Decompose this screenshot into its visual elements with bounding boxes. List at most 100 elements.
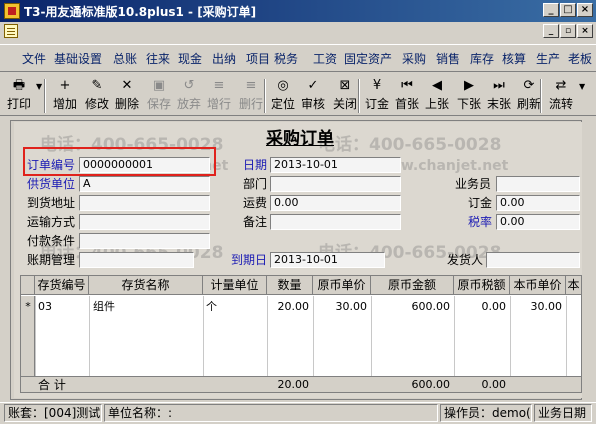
date-field[interactable]: 2013-10-01 [270, 157, 401, 173]
menu-item[interactable]: 往来 [146, 50, 170, 67]
first-button[interactable]: ⏮ 首张 [392, 78, 422, 114]
status-account: 账套：[004]测试 [4, 404, 102, 422]
sender-field[interactable] [486, 252, 580, 268]
edit-label: 修改 [84, 97, 109, 111]
menu-item[interactable]: 生产 [536, 50, 560, 67]
next-button[interactable]: ▶ 下张 [454, 78, 484, 114]
last-button[interactable]: ⏭ 末张 [484, 78, 514, 114]
freight-field[interactable]: 0.00 [270, 195, 401, 211]
address-field[interactable] [79, 195, 210, 211]
deposit-field[interactable]: 0.00 [496, 195, 580, 211]
tax-rate-label: 税率 [468, 215, 493, 229]
total-amount: 600.00 [411, 378, 451, 391]
col-header-unit[interactable]: 计量单位 [203, 276, 267, 295]
grid-line [89, 296, 90, 376]
first-label: 首张 [394, 97, 419, 111]
add-icon: + [59, 78, 71, 93]
payment-field[interactable] [79, 233, 210, 249]
col-header-tax[interactable]: 原币税额 [454, 276, 510, 295]
menu-item[interactable]: 固定资产 [344, 50, 392, 67]
discard-button[interactable]: ↺ 放弃 [174, 78, 204, 114]
edit-button[interactable]: ✎ 修改 [82, 78, 112, 114]
col-header-qty[interactable]: 数量 [267, 276, 313, 295]
row-cell-local-price[interactable]: 30.00 [510, 298, 566, 316]
menu-item[interactable]: 工资 [313, 50, 337, 67]
remark-field[interactable] [270, 214, 401, 230]
col-header-local-price[interactable]: 本币单价 [510, 276, 566, 295]
menu-item[interactable]: 销售 [436, 50, 460, 67]
print-icon: 🖶 [12, 78, 26, 93]
toolbar-separator [264, 79, 266, 113]
next-label: 下张 [456, 97, 481, 111]
flow-dropdown-arrow-icon[interactable]: ▼ [579, 82, 585, 91]
row-cell-tax[interactable]: 0.00 [454, 298, 510, 316]
menu-item[interactable]: 采购 [402, 50, 426, 67]
date-label: 日期 [243, 158, 268, 172]
menu-item[interactable]: 现金 [178, 50, 202, 67]
dept-field[interactable] [270, 176, 401, 192]
menu-item[interactable]: 库存 [470, 50, 494, 67]
document-icon[interactable] [4, 24, 18, 38]
minimize-button[interactable]: _ [543, 3, 559, 17]
account-label: 账期管理 [27, 253, 76, 267]
mdi-restore-button[interactable]: ▫ [560, 24, 576, 38]
row-cell-name[interactable]: 组件 [93, 298, 201, 316]
discard-label: 放弃 [176, 97, 201, 111]
mdi-bar [0, 22, 596, 42]
print-button[interactable]: 🖶 打印 [4, 78, 34, 114]
clerk-field[interactable] [496, 176, 580, 192]
row-cell-amount[interactable]: 600.00 [371, 298, 454, 316]
close-doc-button[interactable]: ⊠ 关闭 [330, 78, 360, 114]
row-cell-qty[interactable]: 20.00 [267, 298, 313, 316]
col-header-price[interactable]: 原币单价 [313, 276, 371, 295]
menu-item[interactable]: 总账 [113, 50, 137, 67]
row-cell-unit[interactable]: 个 [206, 298, 264, 316]
window-title: T3-用友通标准版10.8plus1 - [采购订单] [24, 5, 257, 19]
audit-button[interactable]: ✓ 审核 [298, 78, 328, 114]
menu-item[interactable]: 老板 [568, 50, 592, 67]
save-button[interactable]: ▣ 保存 [144, 78, 174, 114]
grid-line [203, 296, 204, 376]
maximize-button[interactable]: □ [560, 3, 576, 17]
delete-button[interactable]: ✕ 删除 [112, 78, 142, 114]
deposit-label: 订金 [364, 97, 389, 111]
mdi-close-button[interactable]: × [577, 24, 593, 38]
form-title: 采购订单 [266, 129, 334, 149]
flow-button[interactable]: ⇄ 流转 [546, 78, 576, 114]
locate-button[interactable]: ◎ 定位 [268, 78, 298, 114]
deposit-button[interactable]: ¥ 订金 [362, 78, 392, 114]
toolbar-separator [44, 79, 46, 113]
supplier-field[interactable]: A [79, 176, 210, 192]
flow-icon: ⇄ [555, 78, 567, 93]
close-button[interactable]: × [577, 3, 593, 17]
delete-row-button[interactable]: ≡ 删行 [236, 78, 266, 114]
col-header-amount[interactable]: 原币金额 [371, 276, 454, 295]
col-header-name[interactable]: 存货名称 [89, 276, 203, 295]
add-button[interactable]: + 增加 [50, 78, 80, 114]
next-icon: ▶ [464, 78, 474, 93]
due-date-label: 到期日 [231, 253, 268, 267]
row-cell-code[interactable]: 03 [38, 298, 88, 316]
row-marker: * [25, 300, 31, 313]
order-no-highlight-box [23, 147, 216, 176]
row-cell-price[interactable]: 30.00 [313, 298, 371, 316]
prev-button[interactable]: ◀ 上张 [422, 78, 452, 114]
col-header-local-more[interactable]: 本 [566, 276, 581, 295]
add-row-label: 增行 [206, 97, 231, 111]
menu-item[interactable]: 税务 [274, 50, 298, 67]
transport-field[interactable] [79, 214, 210, 230]
menu-item[interactable]: 核算 [502, 50, 526, 67]
clerk-label: 业务员 [455, 177, 492, 191]
account-field[interactable] [79, 252, 194, 268]
menu-item[interactable]: 出纳 [212, 50, 236, 67]
tax-rate-field[interactable]: 0.00 [496, 214, 580, 230]
menu-item[interactable]: 基础设置 [54, 50, 102, 67]
mdi-minimize-button[interactable]: _ [543, 24, 559, 38]
menu-item[interactable]: 文件 [22, 50, 46, 67]
menu-item[interactable]: 项目 [246, 50, 270, 67]
print-dropdown-arrow-icon[interactable]: ▼ [36, 82, 42, 91]
add-row-button[interactable]: ≡ 增行 [204, 78, 234, 114]
due-date-field[interactable]: 2013-10-01 [270, 252, 385, 268]
sender-label: 发货人 [447, 253, 484, 267]
col-header-code[interactable]: 存货编号 [35, 276, 89, 295]
